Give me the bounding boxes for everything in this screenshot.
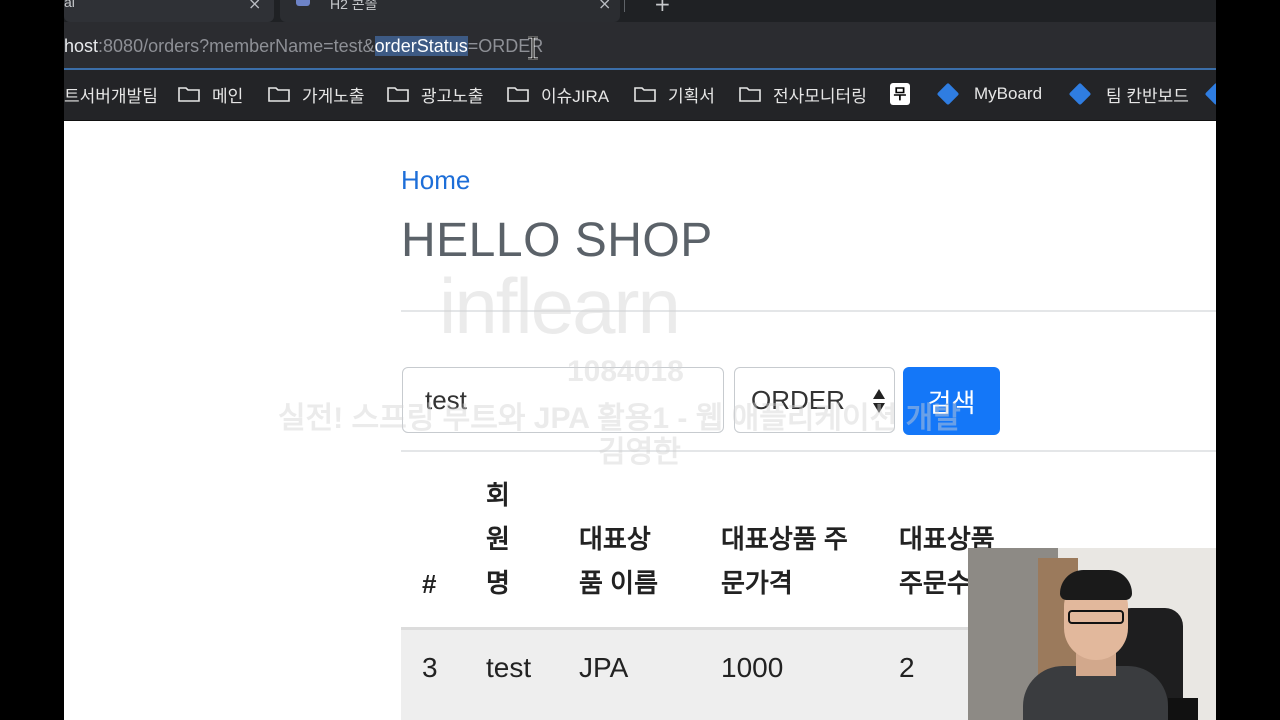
h2-favicon-icon (296, 0, 310, 6)
divider (401, 450, 1216, 452)
bookmark-item[interactable]: 기획서 (634, 82, 715, 106)
tab-separator (624, 0, 625, 12)
search-button[interactable]: 검색 (903, 367, 1000, 435)
bookmark-label: 이슈JIRA (541, 86, 610, 106)
bookmark-label: MyBoard (974, 84, 1043, 103)
presenter-hair (1060, 570, 1132, 600)
table-cell: JPA (579, 652, 629, 683)
bookmark-item[interactable]: 트서버개발팀 (64, 82, 158, 106)
order-status-select[interactable]: ORDER (734, 367, 895, 433)
browser-tab-strip: al × H2 콘솔 × + (64, 0, 1216, 22)
bookmark-label: 팀 칸반보드 (1106, 86, 1189, 106)
bookmark-label: 전사모니터링 (773, 86, 867, 106)
tab-label: al (64, 0, 75, 10)
bookmark-item[interactable]: 광고노출 (387, 82, 484, 106)
screen-frame: al × H2 콘솔 × + host:8080/orders?memberNa… (64, 0, 1216, 720)
table-header-index: # (422, 569, 437, 599)
watermark-author: 김영한 (598, 436, 681, 469)
url-host: host (64, 36, 99, 56)
browser-tab-h2[interactable]: H2 콘솔 × (280, 0, 620, 22)
close-tab-icon[interactable]: × (248, 0, 261, 13)
page-title: HELLO SHOP (401, 214, 713, 267)
bookmark-item[interactable]: MyBoard (936, 82, 1043, 106)
folder-icon (387, 86, 409, 102)
table-cell: test (486, 652, 532, 683)
bookmark-label: 메인 (212, 86, 244, 106)
browser-tab[interactable]: al × (64, 0, 274, 22)
divider (401, 310, 1216, 312)
jira-icon (1204, 82, 1216, 106)
table-header-member: 회 원 명 (486, 480, 510, 598)
table-header-item-name: 대표상 품 이름 (579, 524, 658, 598)
folder-icon (178, 86, 200, 102)
microphone (1168, 698, 1198, 720)
folder-icon (634, 86, 656, 102)
watermark-brand: inflearn (439, 262, 681, 350)
new-tab-icon[interactable]: + (654, 0, 671, 16)
close-tab-icon[interactable]: × (598, 0, 611, 13)
jira-icon (1068, 82, 1092, 106)
table-header-order-price: 대표상품 주 문가격 (721, 524, 848, 598)
bookmarks-bar: 트서버개발팀 메인 가게노출 광고노출 이슈JIRA 기획서 전사모니터링 무 (64, 70, 1216, 121)
folder-icon (507, 86, 529, 102)
bookmark-item[interactable]: 팀 칸반보드 (1068, 82, 1189, 106)
url-selected-text: orderStatus (374, 36, 468, 56)
table-cell: 2 (899, 652, 915, 683)
member-name-input[interactable] (402, 367, 724, 433)
bookmark-item[interactable]: 전사모니터링 (739, 82, 867, 106)
folder-icon (739, 86, 761, 102)
bookmark-item[interactable]: 무 (890, 82, 910, 106)
folder-icon (268, 86, 290, 102)
url-path: :8080/orders?memberName=test& (98, 36, 375, 56)
bookmark-item[interactable]: 가게노출 (268, 82, 365, 106)
bookmark-item[interactable]: 이슈JIRA (507, 82, 609, 106)
jira-icon (936, 82, 960, 106)
mu-icon: 무 (890, 83, 910, 105)
bookmark-label: 광고노출 (421, 86, 484, 106)
webcam-overlay (968, 548, 1216, 720)
bookmark-label: 트서버개발팀 (64, 86, 158, 106)
tab-label: H2 콘솔 (330, 0, 378, 12)
bookmark-item[interactable]: 메인 (178, 82, 243, 106)
bookmark-label: 기획서 (668, 86, 715, 106)
table-cell: 3 (422, 652, 438, 683)
bookmark-label: 가게노출 (302, 86, 365, 106)
bookmark-item-overflow[interactable] (1204, 82, 1216, 106)
select-arrows-icon (873, 389, 885, 413)
presenter-glasses (1068, 610, 1124, 624)
text-cursor-icon (528, 36, 538, 60)
url-text[interactable]: host:8080/orders?memberName=test&orderSt… (64, 36, 543, 57)
table-cell: 1000 (721, 652, 784, 683)
address-bar[interactable]: host:8080/orders?memberName=test&orderSt… (64, 22, 1216, 70)
order-status-selected: ORDER (751, 384, 845, 415)
home-link[interactable]: Home (401, 165, 470, 196)
